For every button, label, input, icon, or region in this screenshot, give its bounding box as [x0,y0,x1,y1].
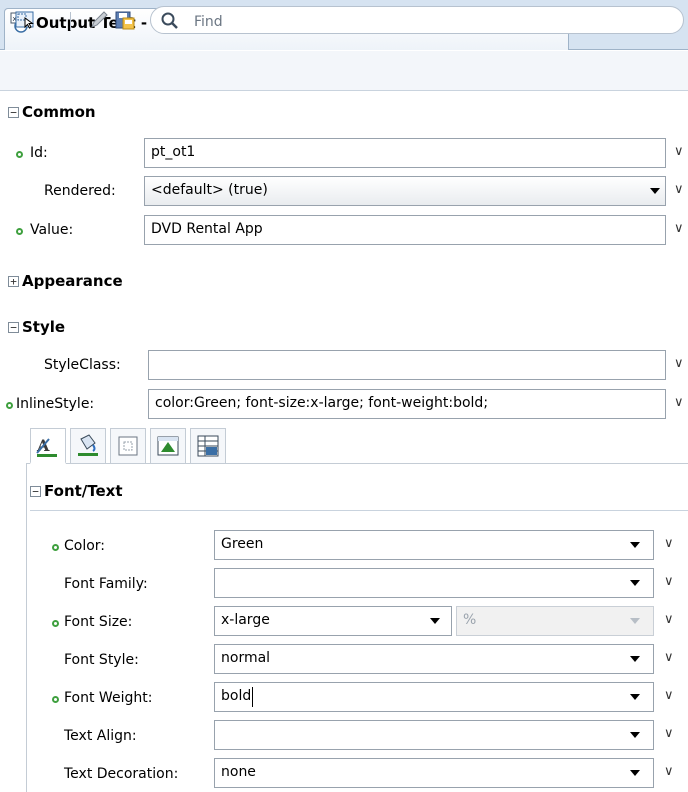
text-decoration-select[interactable]: none [214,758,654,788]
font-size-select[interactable]: x-large [214,606,452,636]
property-set-indicator [16,151,23,158]
find-field[interactable] [150,6,684,34]
font-text-collapse-icon[interactable]: − [30,486,41,497]
chevron-down-icon[interactable]: ∨ [664,726,674,741]
toolbar [0,51,688,91]
property-set-indicator [6,402,13,409]
chevron-down-icon[interactable]: ∨ [674,395,684,410]
tab-background[interactable] [70,428,106,464]
tab-box[interactable] [110,428,146,464]
font-size-unit-select: % [456,606,654,636]
search-icon [160,11,180,31]
styleclass-label: StyleClass: [44,357,121,373]
chevron-down-icon[interactable]: ∨ [664,650,674,665]
chevron-down-icon[interactable]: ∨ [674,144,684,159]
text-decoration-label: Text Decoration: [64,766,179,782]
dropdown-arrow-icon[interactable] [430,618,440,624]
toolbar-separator [70,12,71,30]
chevron-down-icon[interactable]: ∨ [664,536,674,551]
font-weight-select[interactable]: bold [214,682,654,712]
find-placeholder: Find [194,14,223,30]
property-set-indicator [52,696,59,703]
dropdown-arrow-icon[interactable] [630,770,640,776]
font-style-label: Font Style: [64,652,139,668]
chevron-down-icon[interactable]: ∨ [674,182,684,197]
section-header-style[interactable]: Style [22,318,65,336]
property-set-indicator [52,620,59,627]
text-cursor [252,687,253,707]
chevron-down-icon[interactable]: ∨ [664,612,674,627]
edit-pencil-icon[interactable] [88,9,110,31]
property-set-indicator [16,228,23,235]
tab-table[interactable] [190,428,226,464]
chevron-down-icon[interactable]: ∨ [674,221,684,236]
section-header-appearance[interactable]: Appearance [22,272,123,290]
font-family-label: Font Family: [64,576,148,592]
dropdown-arrow-icon[interactable] [630,542,640,548]
text-align-select[interactable] [214,720,654,750]
chevron-down-icon[interactable]: ∨ [664,688,674,703]
section-header-common[interactable]: Common [22,103,96,121]
color-label: Color: [64,538,106,554]
chevron-down-icon[interactable]: ∨ [664,764,674,779]
id-label: Id: [30,145,48,161]
font-style-select[interactable]: normal [214,644,654,674]
font-weight-label: Font Weight: [64,690,153,706]
styleclass-field[interactable] [148,350,666,380]
dropdown-arrow-icon[interactable] [630,732,640,738]
tab-layout[interactable] [150,428,186,464]
common-collapse-icon[interactable]: − [8,107,19,118]
appearance-expand-icon[interactable]: + [8,276,19,287]
rendered-label: Rendered: [44,183,116,199]
property-set-indicator [52,544,59,551]
rendered-select[interactable]: <default> (true) [144,176,666,206]
id-field[interactable]: pt_ot1 [144,138,666,168]
save-icon[interactable] [114,9,136,31]
dropdown-arrow-icon [630,618,640,624]
font-size-label: Font Size: [64,614,133,630]
tab-font-text[interactable]: A [30,428,66,464]
font-family-select[interactable] [214,568,654,598]
color-select[interactable]: Green [214,530,654,560]
value-field[interactable]: DVD Rental App [144,215,666,245]
select-component-icon[interactable] [14,9,36,31]
value-label: Value: [30,222,74,238]
dropdown-arrow-icon[interactable] [630,580,640,586]
dropdown-arrow-icon[interactable] [630,694,640,700]
inlinestyle-field[interactable]: color:Green; font-size:x-large; font-wei… [148,389,666,419]
section-header-font-text[interactable]: Font/Text [44,482,123,500]
chevron-down-icon[interactable]: ∨ [674,356,684,371]
chevron-down-icon[interactable]: ∨ [664,574,674,589]
text-align-label: Text Align: [64,728,137,744]
divider [30,510,688,511]
dropdown-arrow-icon[interactable] [630,656,640,662]
inlinestyle-label: InlineStyle: [16,396,95,412]
style-collapse-icon[interactable]: − [8,322,19,333]
dropdown-arrow-icon[interactable] [650,188,660,194]
